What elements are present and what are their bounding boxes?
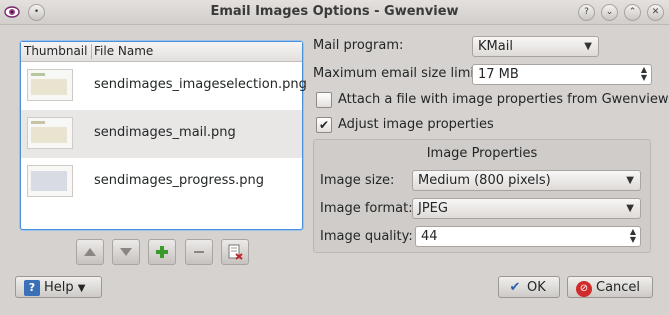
- file-list[interactable]: Thumbnail File Name sendimages_imagesele…: [20, 41, 307, 230]
- image-size-value: Medium (800 pixels): [418, 173, 551, 188]
- list-item[interactable]: sendimages_mail.png: [21, 110, 302, 158]
- spin-arrows-icon[interactable]: ▲ ▼: [641, 66, 647, 82]
- minus-icon: [194, 251, 204, 253]
- list-item[interactable]: sendimages_imageselection.png: [21, 62, 307, 110]
- title-bar: • Email Images Options - Gwenview ? ⌄ ⌃ …: [0, 0, 669, 25]
- arrow-down-icon: [120, 248, 132, 256]
- mail-program-label: Mail program:: [313, 38, 404, 53]
- attach-properties-label[interactable]: Attach a file with image properties from…: [338, 92, 668, 107]
- attach-properties-checkbox[interactable]: [316, 92, 332, 108]
- column-separator: [91, 44, 92, 59]
- thumbnail: [27, 165, 73, 197]
- help-label: Help: [44, 280, 74, 295]
- max-size-label: Maximum email size limit:: [313, 66, 484, 81]
- image-format-select[interactable]: JPEG ▼: [412, 198, 641, 219]
- column-thumbnail[interactable]: Thumbnail: [24, 44, 87, 58]
- arrow-up-icon: [84, 248, 96, 256]
- image-format-label: Image format:: [320, 201, 413, 216]
- checkmark-icon: ✔: [318, 118, 330, 132]
- image-format-value: JPEG: [418, 201, 448, 216]
- thumbnail: [27, 117, 73, 149]
- ok-check-icon: ✔: [509, 280, 521, 295]
- file-name: sendimages_imageselection.png: [94, 77, 307, 92]
- clear-list-button[interactable]: [221, 239, 249, 265]
- adjust-properties-checkbox[interactable]: ✔: [316, 117, 332, 133]
- spin-arrows-icon[interactable]: ▲ ▼: [630, 228, 636, 244]
- image-size-label: Image size:: [320, 173, 395, 188]
- image-quality-label: Image quality:: [320, 229, 413, 244]
- maximize-button[interactable]: ⌃: [624, 4, 641, 21]
- chevron-down-icon: ▼: [626, 203, 634, 214]
- cancel-button[interactable]: ⊘ Cancel: [567, 276, 653, 298]
- clear-list-icon: [228, 244, 243, 260]
- thumbnail: [27, 69, 73, 101]
- group-title: Image Properties: [426, 146, 538, 161]
- help-titlebar-button[interactable]: ?: [578, 4, 595, 21]
- add-button[interactable]: [148, 239, 176, 265]
- chevron-down-icon: ▼: [77, 283, 86, 294]
- chevron-down-icon: ▼: [626, 175, 634, 186]
- move-up-button[interactable]: [76, 239, 104, 265]
- column-file-name[interactable]: File Name: [94, 44, 153, 58]
- help-button[interactable]: ? Help ▼: [15, 276, 102, 298]
- window-title: Email Images Options - Gwenview: [210, 4, 459, 19]
- help-icon: ?: [24, 280, 40, 296]
- cancel-label: Cancel: [596, 280, 641, 295]
- list-item[interactable]: sendimages_progress.png: [21, 158, 302, 206]
- plus-icon: [156, 246, 168, 258]
- max-size-spinbox[interactable]: 17 MB ▲ ▼: [472, 64, 652, 85]
- image-quality-spinbox[interactable]: 44 ▲ ▼: [415, 226, 641, 247]
- remove-button[interactable]: [185, 239, 213, 265]
- close-button[interactable]: ✕: [647, 4, 664, 21]
- image-size-select[interactable]: Medium (800 pixels) ▼: [412, 170, 641, 191]
- image-quality-value: 44: [421, 229, 438, 244]
- file-name: sendimages_progress.png: [94, 173, 265, 188]
- move-down-button[interactable]: [112, 239, 140, 265]
- adjust-properties-label[interactable]: Adjust image properties: [338, 117, 494, 132]
- minimize-button[interactable]: ⌄: [601, 4, 618, 21]
- mail-program-select[interactable]: KMail ▼: [472, 36, 599, 57]
- mail-program-value: KMail: [478, 39, 513, 54]
- list-header: Thumbnail File Name: [21, 42, 302, 62]
- max-size-value: 17 MB: [478, 67, 519, 82]
- cancel-icon: ⊘: [576, 281, 592, 297]
- file-name: sendimages_mail.png: [94, 125, 236, 140]
- ok-button[interactable]: ✔ OK: [498, 276, 560, 298]
- chevron-down-icon: ▼: [584, 41, 592, 52]
- ok-label: OK: [527, 280, 546, 295]
